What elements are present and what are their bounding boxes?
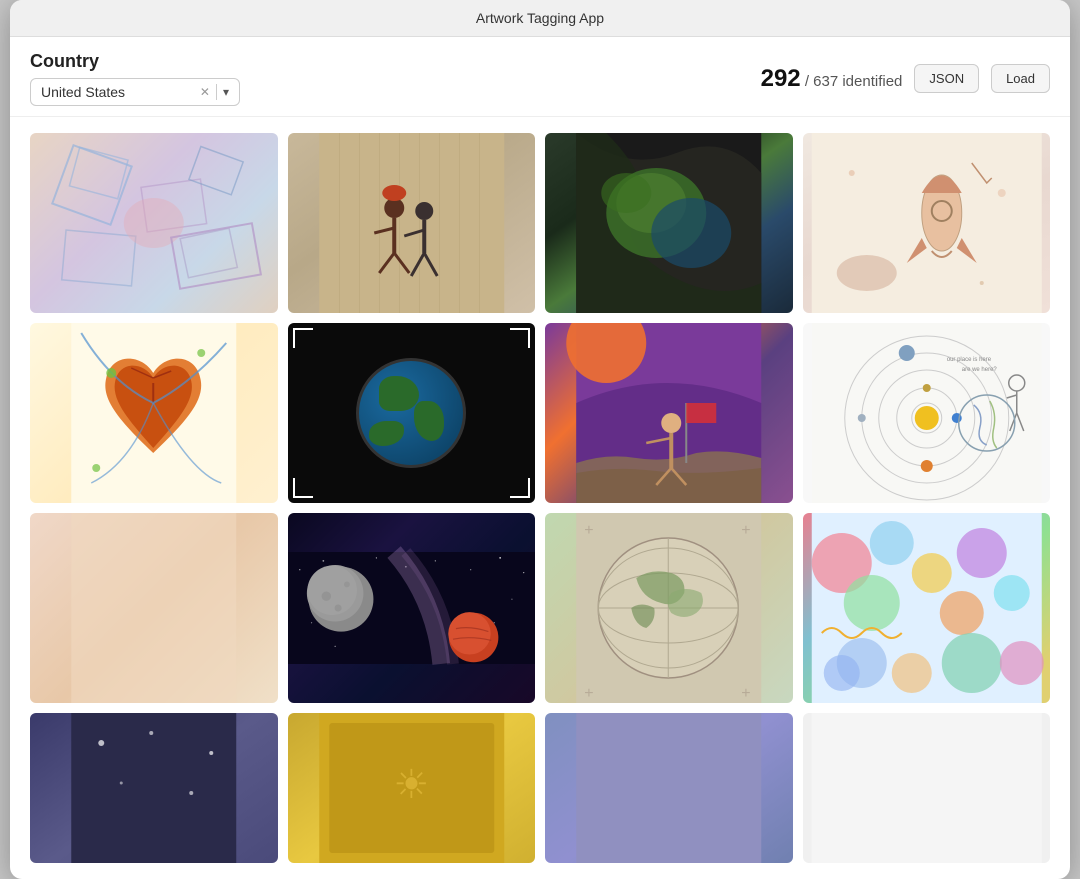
- toolbar-left: Country United States ✕ ▾: [30, 51, 240, 106]
- artwork-card[interactable]: [288, 133, 536, 313]
- artwork-card[interactable]: [803, 133, 1051, 313]
- solar-system-svg: our place is here are we here?: [803, 323, 1051, 503]
- artwork-card[interactable]: [30, 713, 278, 863]
- earth-globe: [356, 358, 466, 468]
- svg-text:+: +: [741, 685, 750, 702]
- toolbar: Country United States ✕ ▾ 292 / 637 iden…: [10, 37, 1070, 117]
- artwork-image: [30, 713, 278, 863]
- corner-tr: [510, 328, 530, 348]
- country-label: Country: [30, 51, 240, 72]
- corner-br: [510, 478, 530, 498]
- artwork-image: ☀: [288, 713, 536, 863]
- artwork-image: [288, 133, 536, 313]
- country-select[interactable]: United States ✕ ▾: [30, 78, 240, 106]
- artwork-card[interactable]: [545, 323, 793, 503]
- count-separator: /: [805, 73, 809, 90]
- artwork-image: [803, 513, 1051, 703]
- artwork-card[interactable]: [30, 133, 278, 313]
- earth-land: [379, 376, 419, 411]
- artwork-image: [30, 133, 278, 313]
- chevron-down-icon[interactable]: ▾: [223, 85, 229, 99]
- artwork-image: [803, 133, 1051, 313]
- artwork-card[interactable]: [288, 513, 536, 703]
- json-button[interactable]: JSON: [914, 64, 979, 93]
- artwork-card[interactable]: Is the artwork clear? Cancel: [30, 513, 278, 703]
- count-display: 292 / 637 identified: [761, 65, 903, 93]
- artwork-card[interactable]: + + + +: [545, 513, 793, 703]
- gallery: our place is here are we here?: [10, 117, 1070, 879]
- artwork-image: [30, 513, 278, 703]
- load-button[interactable]: Load: [991, 64, 1050, 93]
- corner-tl: [293, 328, 313, 348]
- artwork-card[interactable]: our place is here are we here?: [803, 323, 1051, 503]
- svg-text:+: +: [584, 522, 593, 539]
- title-bar: Artwork Tagging App: [10, 0, 1070, 37]
- country-select-value: United States: [41, 84, 194, 100]
- corner-bl: [293, 478, 313, 498]
- gallery-grid: our place is here are we here?: [30, 133, 1050, 863]
- artwork-image: [545, 133, 793, 313]
- app-title: Artwork Tagging App: [476, 10, 604, 26]
- artwork-card[interactable]: [545, 713, 793, 863]
- svg-text:☀: ☀: [393, 763, 429, 807]
- artwork-card[interactable]: [803, 513, 1051, 703]
- artwork-image: [545, 713, 793, 863]
- artwork-image: [803, 713, 1051, 863]
- select-divider: [216, 84, 217, 100]
- artwork-card[interactable]: [803, 713, 1051, 863]
- svg-text:our place is here: our place is here: [946, 357, 991, 363]
- toolbar-right: 292 / 637 identified JSON Load: [761, 64, 1050, 93]
- earth-land: [414, 401, 444, 441]
- artwork-image: our place is here are we here?: [803, 323, 1051, 503]
- artwork-image: [30, 323, 278, 503]
- count-total: 637 identified: [813, 73, 902, 90]
- svg-text:+: +: [584, 685, 593, 702]
- artwork-card[interactable]: ☀: [288, 713, 536, 863]
- clear-icon[interactable]: ✕: [200, 85, 210, 99]
- earth-land: [369, 421, 404, 446]
- artwork-image: + + + +: [545, 513, 793, 703]
- svg-text:+: +: [741, 522, 750, 539]
- artwork-card[interactable]: [30, 323, 278, 503]
- app-window: Artwork Tagging App Country United State…: [10, 0, 1070, 879]
- artwork-image: [288, 323, 536, 503]
- artwork-image: [288, 513, 536, 703]
- count-current: 292: [761, 65, 801, 92]
- artwork-card[interactable]: [545, 133, 793, 313]
- artwork-image: [545, 323, 793, 503]
- artwork-card[interactable]: [288, 323, 536, 503]
- svg-text:are we here?: are we here?: [961, 367, 997, 373]
